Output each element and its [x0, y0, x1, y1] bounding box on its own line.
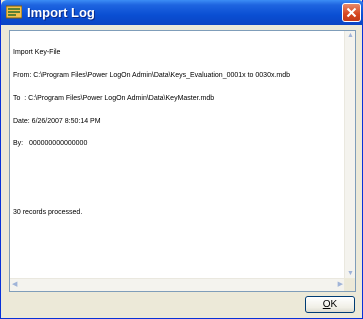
log-line: 30 records processed. — [13, 208, 83, 216]
ok-label-rest: K — [330, 299, 338, 310]
title-bar[interactable]: Import Log — [1, 0, 363, 25]
import-log-app-icon — [5, 5, 23, 19]
scroll-down-arrow-icon[interactable]: ▼ — [347, 270, 354, 278]
ok-label-mnemonic: O — [322, 299, 331, 310]
close-icon — [346, 7, 357, 18]
close-button[interactable] — [342, 3, 361, 22]
log-text-area[interactable]: Import Key-File From: C:\Program Files\P… — [9, 30, 356, 292]
vertical-scrollbar[interactable]: ▲ ▼ — [344, 31, 355, 279]
horizontal-scrollbar[interactable]: ◀ ▶ — [10, 278, 345, 291]
log-line: Import Key-File — [13, 49, 61, 57]
ok-button[interactable]: OK — [305, 296, 355, 313]
scroll-up-arrow-icon[interactable]: ▲ — [347, 32, 354, 40]
log-line: To : C:\Program Files\Power LogOn Admin\… — [13, 94, 215, 102]
import-log-dialog: Import Log Import Key-File From: C:\Prog… — [0, 0, 363, 319]
log-line: From: C:\Program Files\Power LogOn Admin… — [13, 71, 291, 79]
log-line: Date: 6/26/2007 8:50:14 PM — [13, 117, 101, 125]
log-content: Import Key-File From: C:\Program Files\P… — [13, 34, 335, 231]
scrollbar-corner — [344, 278, 355, 291]
window-title: Import Log — [27, 5, 95, 20]
log-line: By: 000000000000000 — [13, 140, 88, 148]
scroll-left-arrow-icon[interactable]: ◀ — [12, 281, 17, 289]
scroll-right-arrow-icon[interactable]: ▶ — [338, 281, 343, 289]
